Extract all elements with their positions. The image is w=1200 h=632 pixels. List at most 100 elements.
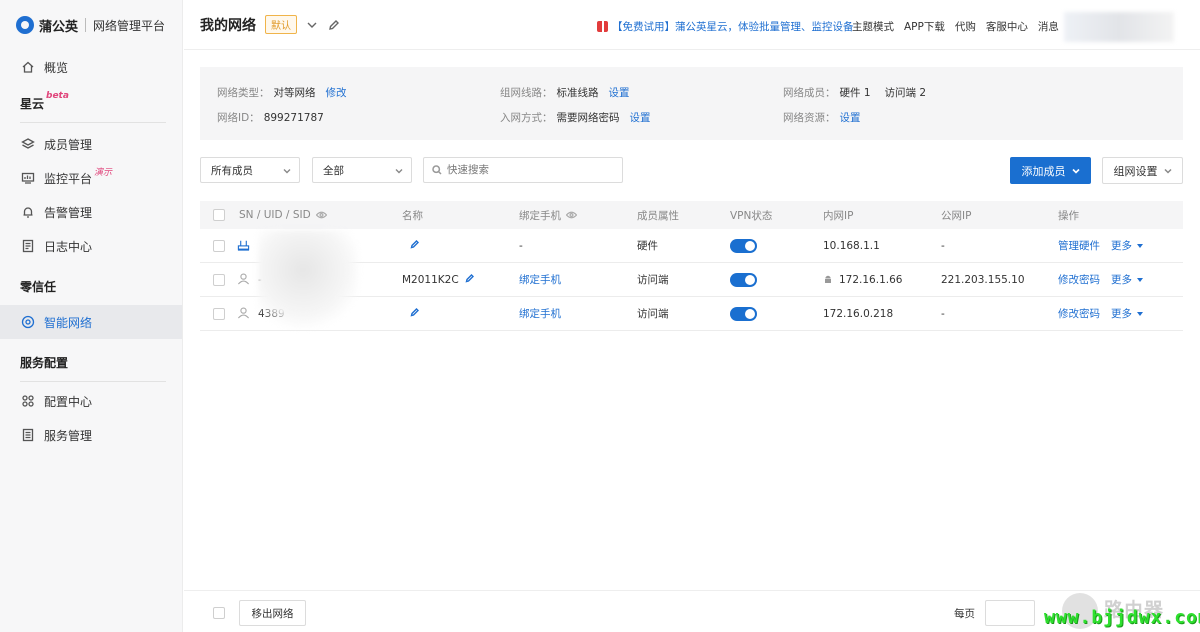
label: 网络ID： bbox=[217, 112, 260, 124]
caret-down-icon bbox=[1137, 311, 1143, 316]
lan-ip-cell: 10.168.1.1 bbox=[823, 239, 880, 252]
sidebar-item-alerts[interactable]: 告警管理 bbox=[0, 195, 182, 229]
theme-mode-link[interactable]: 主题模式 bbox=[852, 19, 894, 34]
page-title: 我的网络 bbox=[200, 17, 256, 34]
bind-phone-link[interactable]: 绑定手机 bbox=[519, 297, 561, 330]
per-page-select[interactable] bbox=[985, 600, 1035, 626]
promo-link[interactable]: 【免费试用】蒲公英星云，体验批量管理、监控设备 bbox=[597, 19, 854, 34]
name-cell bbox=[410, 297, 420, 330]
row-checkbox[interactable] bbox=[213, 307, 225, 320]
messages-link[interactable]: 消息 bbox=[1038, 19, 1059, 34]
edit-name-icon[interactable] bbox=[465, 273, 475, 286]
grid-icon bbox=[20, 393, 36, 409]
sidebar-item-monitor[interactable]: 监控平台 演示 bbox=[0, 161, 182, 195]
eye-icon[interactable] bbox=[315, 211, 327, 219]
vpn-toggle[interactable] bbox=[730, 306, 757, 321]
row-checkbox[interactable] bbox=[213, 273, 225, 286]
table-header: SN / UID / SID 名称 绑定手机 成员属性 VPN状态 内网IP 公… bbox=[200, 201, 1183, 229]
sidebar-item-logs[interactable]: 日志中心 bbox=[0, 229, 182, 263]
more-dropdown[interactable]: 更多 bbox=[1111, 238, 1143, 253]
edit-name-icon[interactable] bbox=[410, 307, 420, 320]
status-filter-select[interactable]: 全部 bbox=[312, 157, 412, 183]
layers-icon bbox=[20, 136, 36, 152]
resources-settings-link[interactable]: 设置 bbox=[840, 112, 861, 124]
search-icon bbox=[432, 165, 442, 175]
value: 899271787 bbox=[263, 112, 324, 124]
brand[interactable]: 蒲公英 网络管理平台 bbox=[0, 0, 182, 50]
select-all-cell bbox=[213, 201, 225, 229]
route-settings-link[interactable]: 设置 bbox=[609, 87, 630, 99]
exit-network-button[interactable]: 移出网络 bbox=[239, 600, 306, 626]
add-member-button[interactable]: 添加成员 bbox=[1010, 157, 1091, 184]
sidebar-item-config-center[interactable]: 配置中心 bbox=[0, 384, 182, 418]
ops-cell: 修改密码 更多 bbox=[1058, 297, 1143, 330]
route-field: 组网线路： 标准线路 设置 bbox=[500, 85, 630, 100]
sidebar-item-members[interactable]: 成员管理 bbox=[0, 127, 182, 161]
eye-icon[interactable] bbox=[566, 211, 577, 219]
header-label: 绑定手机 bbox=[519, 209, 561, 222]
sidebar-item-service-mgmt[interactable]: 服务管理 bbox=[0, 418, 182, 452]
manage-hardware-link[interactable]: 管理硬件 bbox=[1058, 238, 1100, 253]
sidebar-group-xingyun: 星云 beta bbox=[0, 84, 182, 122]
chevron-down-icon[interactable] bbox=[305, 18, 319, 32]
search-box bbox=[423, 157, 623, 183]
chevron-down-icon bbox=[1071, 168, 1080, 174]
vpn-cell bbox=[730, 297, 757, 330]
edit-pencil-icon[interactable] bbox=[327, 18, 341, 32]
sidebar-item-label: 概览 bbox=[44, 60, 69, 75]
col-lan-ip: 内网IP bbox=[823, 209, 854, 222]
dandelion-logo-icon bbox=[16, 16, 34, 34]
sidebar-item-overview[interactable]: 概览 bbox=[0, 50, 182, 84]
search-input[interactable] bbox=[447, 164, 607, 176]
more-dropdown[interactable]: 更多 bbox=[1111, 306, 1143, 321]
member-filter-select[interactable]: 所有成员 bbox=[200, 157, 300, 183]
join-settings-link[interactable]: 设置 bbox=[630, 112, 651, 124]
blurred-user-area bbox=[1064, 12, 1174, 42]
member-name: M2011K2C bbox=[402, 273, 459, 286]
bind-phone-link[interactable]: 绑定手机 bbox=[519, 263, 561, 296]
network-id-field: 网络ID： 899271787 bbox=[217, 110, 324, 125]
select-all-footer-checkbox[interactable] bbox=[213, 607, 225, 619]
label: 组网线路： bbox=[500, 87, 553, 99]
chevron-down-icon bbox=[283, 166, 291, 178]
button-label: 添加成员 bbox=[1021, 164, 1066, 178]
sidebar-item-label: 成员管理 bbox=[44, 137, 93, 152]
lan-ip-cell: 172.16.0.218 bbox=[823, 307, 894, 320]
bell-icon bbox=[20, 204, 36, 220]
change-password-link[interactable]: 修改密码 bbox=[1058, 306, 1100, 321]
chevron-down-icon bbox=[395, 166, 403, 178]
value: 硬件 1 bbox=[839, 87, 871, 99]
more-dropdown[interactable]: 更多 bbox=[1111, 272, 1143, 287]
change-password-link[interactable]: 修改密码 bbox=[1058, 272, 1100, 287]
per-page-label: 每页 bbox=[954, 608, 975, 620]
default-badge: 默认 bbox=[265, 15, 297, 34]
row-checkbox[interactable] bbox=[213, 239, 225, 252]
network-settings-button[interactable]: 组网设置 bbox=[1102, 157, 1183, 184]
network-info-panel: 网络类型： 对等网络 修改 网络ID： 899271787 组网线路： 标准线路 设置 入… bbox=[200, 67, 1183, 140]
vpn-toggle[interactable] bbox=[730, 272, 757, 287]
sidebar-item-label: 服务管理 bbox=[44, 428, 93, 443]
vpn-toggle[interactable] bbox=[730, 238, 757, 253]
select-all-checkbox[interactable] bbox=[213, 209, 225, 221]
monitor-icon bbox=[20, 170, 36, 186]
modify-network-type-link[interactable]: 修改 bbox=[326, 87, 347, 99]
sidebar-item-smart-network[interactable]: 智能网络 bbox=[0, 305, 182, 339]
join-method-field: 入网方式： 需要网络密码 设置 bbox=[500, 110, 651, 125]
value: 访问端 2 bbox=[884, 87, 927, 99]
sidebar-item-label: 监控平台 bbox=[44, 171, 93, 186]
ops-cell: 修改密码 更多 bbox=[1058, 263, 1143, 296]
label: 入网方式： bbox=[500, 112, 553, 124]
name-cell bbox=[410, 229, 420, 262]
col-wan-ip: 公网IP bbox=[941, 209, 972, 222]
purchase-link[interactable]: 代购 bbox=[955, 19, 976, 34]
watermark-url: www.bjjdwx.com bbox=[1044, 607, 1200, 628]
user-icon bbox=[237, 272, 250, 288]
sidebar: 蒲公英 网络管理平台 概览 星云 beta 成员管理 监控平台 演示 告警管理 bbox=[0, 0, 183, 632]
caret-down-icon bbox=[1137, 243, 1143, 248]
button-label: 组网设置 bbox=[1113, 164, 1158, 178]
edit-name-icon[interactable] bbox=[410, 239, 420, 252]
app-download-link[interactable]: APP下载 bbox=[904, 19, 945, 34]
table-footer: 移出网络 每页 路由器 www.bjjdwx.com bbox=[184, 590, 1200, 632]
select-value: 所有成员 bbox=[211, 164, 253, 177]
support-center-link[interactable]: 客服中心 bbox=[986, 19, 1028, 34]
